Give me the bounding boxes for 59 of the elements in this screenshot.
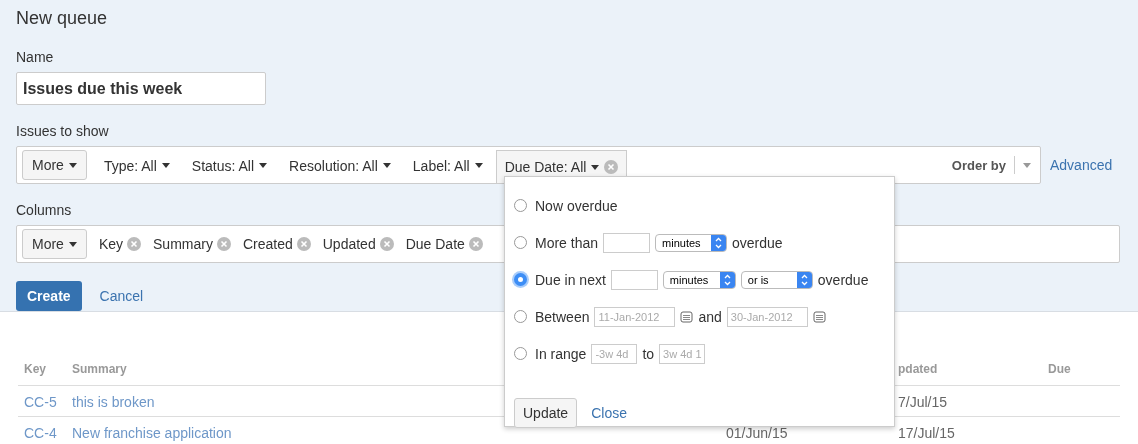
column-tag: Created — [242, 236, 293, 252]
remove-icon[interactable] — [379, 237, 394, 251]
caret-icon[interactable] — [1023, 162, 1031, 168]
update-button[interactable]: Update — [514, 398, 578, 428]
stepper-icon[interactable] — [711, 234, 727, 251]
filter-dropdown[interactable]: Resolution: All — [280, 150, 400, 180]
order-by-button[interactable]: Order by — [947, 156, 1035, 174]
number-field[interactable] — [610, 269, 658, 290]
field-label: Issues to show — [16, 123, 109, 139]
stepper-icon[interactable] — [796, 271, 812, 288]
caret-icon — [259, 163, 268, 168]
remove-icon[interactable] — [127, 237, 142, 251]
remove-icon[interactable] — [468, 237, 483, 251]
radio-button[interactable] — [514, 236, 527, 249]
create-button[interactable]: Create — [16, 281, 82, 311]
stepper-icon[interactable] — [719, 271, 735, 288]
field-label: Name — [16, 49, 54, 65]
remove-icon[interactable] — [604, 160, 619, 174]
filter-dropdown[interactable]: Label: All — [403, 150, 492, 180]
option-label: Between — [535, 308, 590, 325]
unit-select[interactable]: minutes — [655, 233, 728, 252]
option-label: overdue — [817, 271, 869, 288]
more-button[interactable]: More — [22, 229, 87, 259]
remove-icon[interactable] — [296, 237, 311, 251]
advanced-link[interactable]: Advanced — [1050, 157, 1113, 173]
option-label: and — [698, 308, 722, 325]
column-tag: Summary — [153, 236, 213, 252]
filter-dropdown[interactable]: Status: All — [182, 150, 277, 180]
caret-icon — [382, 163, 391, 168]
radio-button[interactable] — [514, 199, 527, 212]
option-label: Now overdue — [535, 197, 618, 214]
page-title: New queue — [16, 8, 109, 29]
column-header: Due — [1042, 356, 1120, 386]
unit-select[interactable]: minutes — [662, 270, 736, 289]
column-header: Key — [18, 356, 66, 386]
name-field[interactable]: Issues due this week — [16, 72, 266, 105]
column-tag: Updated — [322, 236, 376, 252]
remove-icon[interactable] — [216, 237, 231, 251]
filter-dropdown[interactable]: Type: All — [94, 150, 179, 180]
more-button[interactable]: More — [22, 150, 87, 180]
calendar-icon[interactable] — [812, 310, 826, 323]
column-tag: Key — [98, 236, 124, 252]
caret-icon — [68, 162, 77, 168]
radio-button[interactable] — [514, 273, 527, 286]
caret-icon — [591, 164, 600, 170]
radio-button[interactable] — [514, 347, 527, 360]
unit-select[interactable]: or is — [740, 270, 813, 289]
caret-icon — [161, 163, 170, 168]
option-label: Due in next — [535, 271, 606, 288]
number-field[interactable] — [603, 232, 651, 253]
field-label: Columns — [16, 202, 72, 218]
caret-icon — [68, 241, 77, 247]
calendar-icon[interactable] — [680, 310, 694, 323]
option-label: More than — [535, 234, 599, 251]
option-label: overdue — [732, 234, 783, 251]
caret-icon — [474, 163, 483, 168]
cancel-link[interactable]: Cancel — [99, 288, 144, 304]
column-tag: Due Date — [405, 236, 465, 252]
radio-button[interactable] — [514, 310, 527, 323]
